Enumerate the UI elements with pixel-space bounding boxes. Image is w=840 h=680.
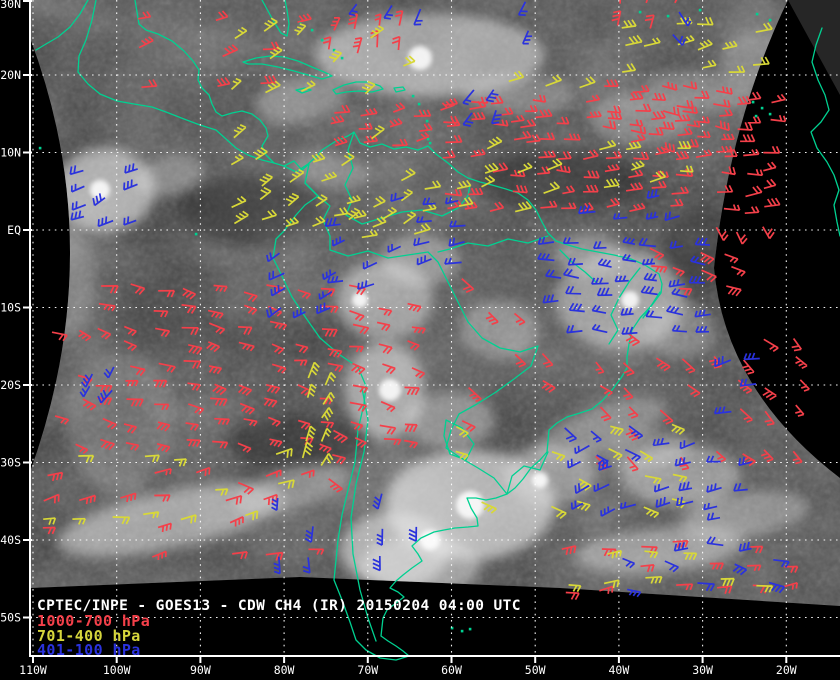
lat-label: 20N — [0, 68, 21, 82]
lat-label: 30S — [0, 456, 21, 470]
island-dot — [418, 103, 421, 106]
goes13-ir-map-canvas: 30N 20N 10N EQ 10S 20S 30S 40S 50S 110W 100W 90W 80W… — [0, 0, 840, 680]
cloud-blob — [460, 300, 540, 360]
lon-label: 70W — [357, 663, 378, 677]
island-dot — [469, 628, 472, 631]
island-dot — [699, 9, 702, 12]
island-dot — [426, 120, 429, 123]
lat-label: 10S — [0, 301, 21, 315]
pressure-level-legend: 1000-700 hPa 701-400 hPa 401-100 hPa — [37, 614, 150, 658]
lon-label: 20W — [776, 663, 797, 677]
island-dot — [461, 630, 464, 633]
island-dot — [427, 138, 430, 141]
lon-label: 50W — [525, 663, 546, 677]
lon-label: 30W — [692, 663, 713, 677]
lon-label: 80W — [274, 663, 295, 677]
lon-label: 60W — [441, 663, 462, 677]
lat-label: 10N — [0, 146, 21, 160]
island-dot — [761, 107, 764, 110]
lon-label: 90W — [190, 663, 211, 677]
island-dot — [311, 29, 314, 32]
cloud-blob — [380, 235, 460, 285]
island-dot — [341, 57, 344, 60]
satellite-weather-map: 30N 20N 10N EQ 10S 20S 30S 40S 50S 110W 100W 90W 80W… — [0, 0, 840, 680]
island-dot — [321, 39, 324, 42]
lat-label: 50S — [0, 611, 21, 625]
lat-label: EQ — [7, 223, 21, 237]
island-dot — [195, 233, 198, 236]
lat-label: 40S — [0, 533, 21, 547]
cloud-blob — [65, 350, 175, 490]
island-dot — [667, 15, 670, 18]
island-dot — [429, 142, 432, 145]
legend-item-high: 401-100 hPa — [37, 643, 150, 658]
island-dot — [412, 95, 415, 98]
lon-label: 100W — [103, 663, 131, 677]
island-dot — [39, 147, 42, 150]
island-dot — [769, 113, 772, 116]
lon-label: 40W — [609, 663, 630, 677]
lat-label: 20S — [0, 378, 21, 392]
lat-label: 30N — [0, 0, 21, 11]
island-dot — [639, 11, 642, 14]
lon-label: 110W — [19, 663, 47, 677]
island-dot — [769, 19, 772, 22]
island-dot — [752, 101, 755, 104]
island-dot — [756, 13, 759, 16]
